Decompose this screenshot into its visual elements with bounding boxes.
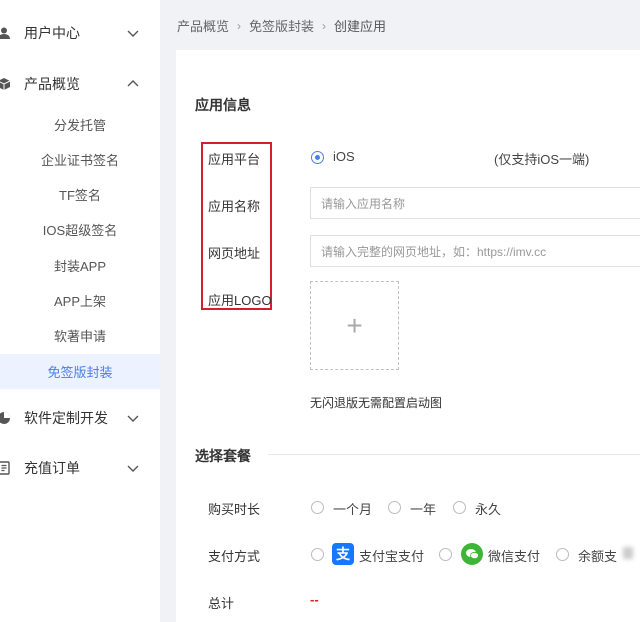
platform-label: 应用平台 xyxy=(208,152,261,167)
payment-alipay-radio[interactable] xyxy=(311,548,324,561)
duration-permanent-radio[interactable] xyxy=(453,501,466,514)
wechat-icon xyxy=(461,543,483,565)
plus-icon: + xyxy=(346,309,363,341)
create-app-form: 应用信息 应用平台 iOS (仅支持iOS一端) 应用名称 请输入应用名称 网页… xyxy=(176,50,640,622)
chevron-down-icon xyxy=(127,465,139,472)
section-title-app-info: 应用信息 xyxy=(195,97,251,113)
total-value: -- xyxy=(310,592,319,607)
app-logo-label: 应用LOGO xyxy=(208,293,272,308)
menu-group-label: 产品概览 xyxy=(24,76,80,92)
chevron-down-icon xyxy=(127,415,139,422)
sidebar-item-wrap-app[interactable]: 封装APP xyxy=(0,248,160,283)
section-divider xyxy=(268,454,640,455)
payment-wechat-radio[interactable] xyxy=(439,548,452,561)
duration-year-radio[interactable] xyxy=(388,501,401,514)
app-name-input[interactable]: 请输入应用名称 xyxy=(310,187,640,219)
menu-group-recharge-orders[interactable]: 充值订单 xyxy=(0,443,160,493)
cube-icon xyxy=(0,76,12,92)
breadcrumb-item-signfree-wrap[interactable]: 免签版封装 xyxy=(249,16,314,35)
logo-upload-button[interactable]: + xyxy=(310,281,399,370)
sidebar-item-signfree-wrap[interactable]: 免签版封装 xyxy=(0,354,160,389)
menu-group-label: 充值订单 xyxy=(24,460,80,476)
payment-balance-radio[interactable] xyxy=(556,548,569,561)
chevron-right-icon: › xyxy=(322,18,327,33)
sidebar-item-ios-super-sign[interactable]: IOS超级签名 xyxy=(0,212,160,247)
payment-alipay-label[interactable]: 支付宝支付 xyxy=(359,546,424,565)
payment-wechat-label[interactable]: 微信支付 xyxy=(488,546,540,565)
sidebar-item-software-copyright[interactable]: 软著申请 xyxy=(0,318,160,353)
alipay-icon: 支 xyxy=(332,543,354,565)
obscured-text xyxy=(623,547,633,559)
web-url-input[interactable]: 请输入完整的网页地址，如：https://imv.cc xyxy=(310,235,640,267)
sidebar-item-enterprise-cert-sign[interactable]: 企业证书签名 xyxy=(0,142,160,177)
menu-group-label: 软件定制开发 xyxy=(24,410,108,426)
duration-month-label[interactable]: 一个月 xyxy=(333,499,372,518)
splash-hint: 无闪退版无需配置启动图 xyxy=(310,396,443,410)
menu-group-product-overview[interactable]: 产品概览 xyxy=(0,59,160,109)
breadcrumb-bar: 产品概览 › 免签版封装 › 创建应用 xyxy=(160,0,640,48)
platform-ios-radio[interactable] xyxy=(311,151,324,164)
sidebar: 用户中心 产品概览 分发托管 企业证书签名 TF签名 IOS超级签名 封装APP… xyxy=(0,0,160,622)
breadcrumb-item-product-overview[interactable]: 产品概览 xyxy=(177,16,229,35)
menu-group-user-center[interactable]: 用户中心 xyxy=(0,8,160,58)
chevron-right-icon: › xyxy=(237,18,242,33)
breadcrumb-item-current: 创建应用 xyxy=(334,19,387,34)
duration-month-radio[interactable] xyxy=(311,501,324,514)
total-label: 总计 xyxy=(208,596,235,611)
menu-group-custom-dev[interactable]: 软件定制开发 xyxy=(0,393,160,443)
sidebar-item-distribution-hosting[interactable]: 分发托管 xyxy=(0,107,160,142)
app-name-label: 应用名称 xyxy=(208,199,261,214)
duration-permanent-label[interactable]: 永久 xyxy=(475,499,501,518)
section-title-package: 选择套餐 xyxy=(195,448,251,464)
web-url-label: 网页地址 xyxy=(208,246,261,261)
chevron-down-icon xyxy=(127,30,139,37)
breadcrumb: 产品概览 › 免签版封装 › 创建应用 xyxy=(177,16,386,35)
user-icon xyxy=(0,25,12,41)
pie-chart-icon xyxy=(0,410,12,426)
duration-year-label[interactable]: 一年 xyxy=(410,499,436,518)
platform-ios-label[interactable]: iOS xyxy=(333,149,355,164)
sidebar-item-app-store-listing[interactable]: APP上架 xyxy=(0,283,160,318)
payment-label: 支付方式 xyxy=(208,549,261,564)
duration-label: 购买时长 xyxy=(208,502,261,517)
chevron-up-icon xyxy=(127,80,139,87)
payment-balance-label[interactable]: 余额支 xyxy=(578,546,617,565)
sidebar-item-tf-sign[interactable]: TF签名 xyxy=(0,177,160,212)
order-list-icon xyxy=(0,460,12,476)
platform-note: (仅支持iOS一端) xyxy=(494,152,590,167)
menu-group-label: 用户中心 xyxy=(24,25,80,41)
